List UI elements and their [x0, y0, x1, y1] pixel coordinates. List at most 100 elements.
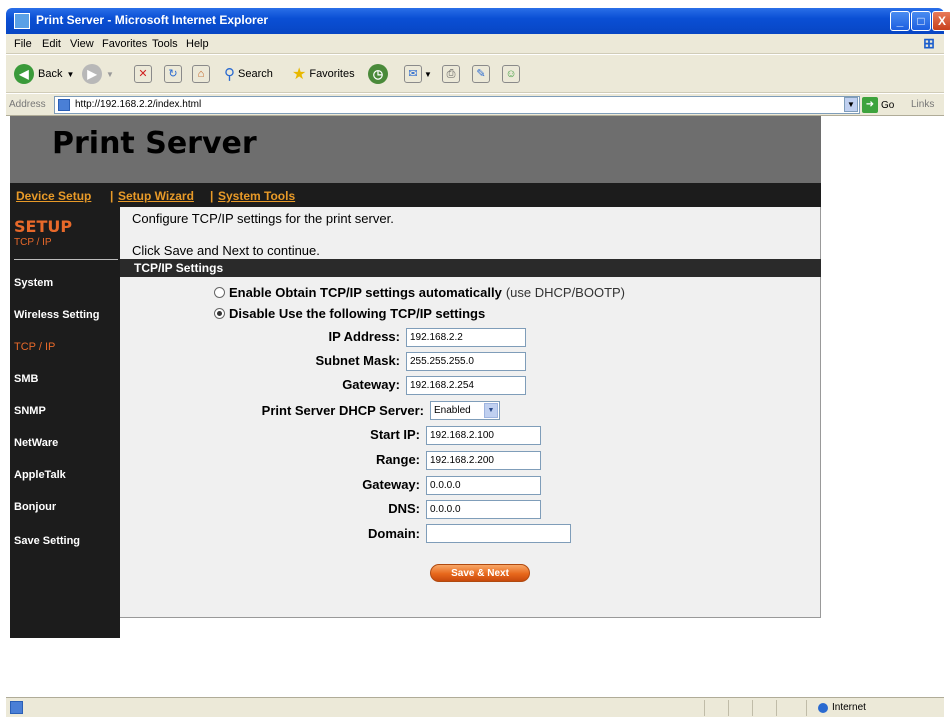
menu-file[interactable]: File	[14, 38, 32, 50]
gateway-label: Gateway:	[342, 377, 400, 392]
dhcp-server-label: Print Server DHCP Server:	[261, 403, 424, 418]
mail-button[interactable]: ✉ ▼	[404, 63, 432, 85]
dhcp-server-select[interactable]: Enabled ▼	[430, 401, 500, 420]
star-icon: ★	[292, 66, 307, 83]
back-arrow-icon: ◀	[14, 64, 34, 84]
page-title: Print Server	[52, 126, 257, 161]
minimize-button[interactable]: _	[890, 11, 910, 31]
refresh-button[interactable]: ↻	[164, 63, 182, 85]
dhcp-gateway-label: Gateway:	[362, 477, 420, 492]
menu-tools[interactable]: Tools	[152, 38, 178, 50]
nav-setup-wizard[interactable]: Setup Wizard	[118, 189, 194, 203]
sidebar-item-save-setting[interactable]: Save Setting	[14, 535, 80, 547]
radio-button[interactable]	[214, 287, 225, 298]
dropdown-arrow-icon: ▼	[424, 69, 432, 79]
status-divider	[704, 700, 705, 716]
sidebar: SETUP TCP / IP System Wireless Setting T…	[10, 207, 120, 638]
nav-system-tools[interactable]: System Tools	[218, 189, 295, 203]
ip-address-label: IP Address:	[328, 329, 400, 344]
range-input[interactable]: 192.168.2.200	[426, 451, 541, 470]
dns-label: DNS:	[388, 501, 420, 516]
forward-button[interactable]: ▶ ▼	[82, 63, 114, 85]
mail-icon: ✉	[404, 65, 422, 83]
address-label: Address	[9, 99, 46, 110]
address-input[interactable]: http://192.168.2.2/index.html	[54, 96, 860, 114]
gateway-input[interactable]: 192.168.2.254	[406, 376, 526, 395]
ip-address-input[interactable]: 192.168.2.2	[406, 328, 526, 347]
instruction-text: Click Save and Next to continue.	[132, 243, 320, 258]
page-content: Print Server Device Setup | Setup Wizard…	[6, 116, 944, 696]
links-button[interactable]: Links	[911, 99, 934, 110]
menu-edit[interactable]: Edit	[42, 38, 61, 50]
settings-section-title: TCP/IP Settings	[120, 259, 821, 277]
radio-button-selected[interactable]	[214, 308, 225, 319]
dropdown-arrow-icon: ▼	[106, 69, 114, 79]
start-ip-input[interactable]: 192.168.2.100	[426, 426, 541, 445]
nav-separator: |	[110, 189, 114, 203]
settings-panel: Configure TCP/IP settings for the print …	[120, 207, 821, 618]
status-divider	[806, 700, 807, 716]
messenger-icon: ☺	[502, 65, 520, 83]
chevron-down-icon: ▼	[484, 403, 498, 418]
dns-input[interactable]: 0.0.0.0	[426, 500, 541, 519]
subnet-mask-input[interactable]: 255.255.255.0	[406, 352, 526, 371]
menu-view[interactable]: View	[70, 38, 94, 50]
domain-input[interactable]	[426, 524, 571, 543]
menu-help[interactable]: Help	[186, 38, 209, 50]
page-icon	[58, 99, 70, 111]
back-button[interactable]: ◀ Back ▼	[14, 63, 74, 85]
home-icon: ⌂	[192, 65, 210, 83]
subnet-mask-label: Subnet Mask:	[315, 353, 400, 368]
close-button[interactable]: X	[932, 11, 950, 31]
nav-device-setup[interactable]: Device Setup	[16, 189, 91, 203]
maximize-button[interactable]: □	[911, 11, 931, 31]
sidebar-item-appletalk[interactable]: AppleTalk	[14, 469, 66, 481]
windows-logo-icon: ⊞	[923, 35, 935, 51]
start-ip-label: Start IP:	[370, 427, 420, 442]
divider	[14, 259, 118, 260]
menu-bar: File Edit View Favorites Tools Help ⊞	[6, 34, 944, 54]
security-zone: Internet	[818, 702, 866, 713]
home-button[interactable]: ⌂	[192, 63, 210, 85]
sidebar-item-system[interactable]: System	[14, 277, 53, 289]
refresh-icon: ↻	[164, 65, 182, 83]
sidebar-item-snmp[interactable]: SNMP	[14, 405, 46, 417]
search-button[interactable]: ⚲ Search	[224, 63, 273, 85]
edit-button[interactable]: ✎	[472, 63, 490, 85]
history-button[interactable]: ◷	[368, 63, 388, 85]
sidebar-item-bonjour[interactable]: Bonjour	[14, 501, 56, 513]
edit-icon: ✎	[472, 65, 490, 83]
go-arrow-icon: ➜	[862, 97, 878, 113]
stop-icon: ✕	[134, 65, 152, 83]
address-dropdown-button[interactable]: ▼	[844, 97, 858, 112]
section-heading: SETUP	[14, 217, 73, 236]
sidebar-item-netware[interactable]: NetWare	[14, 437, 58, 449]
go-button[interactable]: ➜ Go	[862, 96, 894, 114]
intro-text: Configure TCP/IP settings for the print …	[132, 211, 394, 226]
page-status-icon	[10, 701, 23, 714]
range-label: Range:	[375, 452, 420, 467]
forward-arrow-icon: ▶	[82, 64, 102, 84]
nav-separator: |	[210, 189, 214, 203]
top-nav: Device Setup | Setup Wizard | System Too…	[10, 183, 821, 207]
search-icon: ⚲	[224, 66, 235, 83]
radio-static-ip[interactable]: Disable Use the following TCP/IP setting…	[214, 306, 485, 321]
save-and-next-button[interactable]: Save & Next	[430, 564, 530, 582]
window-title: Print Server - Microsoft Internet Explor…	[36, 13, 269, 27]
menu-favorites[interactable]: Favorites	[102, 38, 147, 50]
history-icon: ◷	[368, 64, 388, 84]
ie-page-icon	[14, 13, 30, 29]
sidebar-item-tcp-ip[interactable]: TCP / IP	[14, 341, 55, 353]
sidebar-item-smb[interactable]: SMB	[14, 373, 38, 385]
stop-button[interactable]: ✕	[134, 63, 152, 85]
print-button[interactable]: ⎙	[442, 63, 460, 85]
domain-label: Domain:	[368, 526, 420, 541]
radio-dhcp-auto[interactable]: Enable Obtain TCP/IP settings automatica…	[214, 285, 625, 300]
window-titlebar: Print Server - Microsoft Internet Explor…	[6, 8, 950, 34]
messenger-button[interactable]: ☺	[502, 63, 520, 85]
favorites-button[interactable]: ★ Favorites	[292, 63, 355, 85]
globe-icon	[818, 702, 828, 713]
dhcp-gateway-input[interactable]: 0.0.0.0	[426, 476, 541, 495]
sidebar-item-wireless-setting[interactable]: Wireless Setting	[14, 309, 99, 321]
status-divider	[776, 700, 777, 716]
